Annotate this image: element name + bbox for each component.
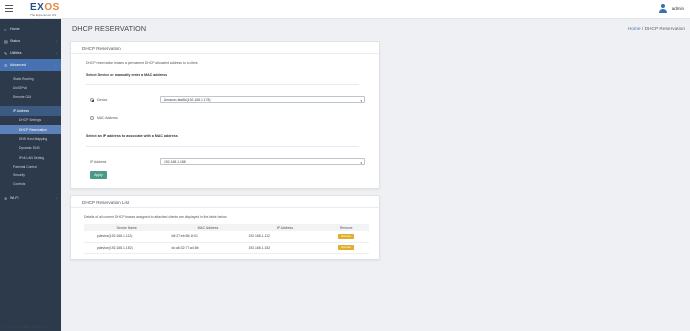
card-title: DHCP Reservation List [82, 200, 130, 205]
ip-address-cell: 192.168.1.152 [246, 242, 324, 254]
mac-address-cell: b8:27:eb:65:1f:01 [169, 231, 247, 243]
table-row: pdevice(192.168.1.112) b8:27:eb:65:1f:01… [84, 231, 369, 243]
sidebar-item-label: Wi-Fi [10, 196, 19, 201]
page-title: DHCP RESERVATION [72, 24, 147, 33]
ip-address-select[interactable]: 192.168.1.188 ▾ [160, 158, 365, 165]
reservation-description: DHCP reservation leases a permanent DHCP… [86, 61, 199, 65]
sidebar-sub-parental-control[interactable]: Parental Control [0, 163, 61, 172]
user-menu[interactable]: admin [659, 4, 684, 13]
card-divider [71, 207, 379, 208]
sidebar-item-status[interactable]: ▤ Status › [0, 35, 61, 47]
device-name-cell: pdevice(192.168.1.152) [84, 242, 170, 254]
chevron-right-icon: › [56, 39, 57, 43]
device-select[interactable]: Amazon-fast8c(192.168.1.178) ▾ [160, 96, 365, 103]
sidebar-item-wifi[interactable]: ≋ Wi-Fi › [0, 192, 61, 204]
card-divider [71, 53, 379, 54]
column-header: Device Name [84, 224, 170, 231]
chevron-down-icon: ⌄ [54, 63, 57, 67]
sidebar-sub-remote-gui[interactable]: Remote GUI [0, 93, 61, 102]
caret-down-icon: ▾ [360, 99, 362, 103]
sidebar-sub-controls[interactable]: Controls [0, 180, 61, 189]
sidebar-sub-ipv6-lan-setting[interactable]: IPv6 LAN Setting [0, 153, 61, 162]
device-radio[interactable] [90, 98, 94, 102]
breadcrumb: Home / DHCP Reservation [628, 27, 685, 32]
chevron-right-icon: › [56, 51, 57, 55]
apply-button[interactable]: Apply [90, 171, 107, 179]
user-name: admin [671, 6, 684, 11]
sidebar-item-label: Utilities [10, 51, 22, 55]
card-title: DHCP Reservation [82, 46, 121, 51]
remove-button[interactable]: Remove [338, 233, 355, 239]
sidebar-sub-dynamic-dns[interactable]: Dynamic DNS [0, 144, 61, 153]
ip-address-cell: 192.168.1.112 [246, 231, 324, 243]
breadcrumb-separator: / [641, 27, 644, 32]
chevron-right-icon: › [56, 196, 57, 201]
sidebar-sub-dhcp-settings[interactable]: DHCP Settings [0, 116, 61, 125]
hamburger-menu-icon[interactable] [5, 5, 13, 12]
mac-address-label: MAC Address [97, 116, 118, 120]
device-label: Device [97, 98, 108, 102]
breadcrumb-current: DHCP Reservation [644, 27, 685, 32]
mac-address-radio[interactable] [90, 116, 94, 120]
column-header: IP Address [246, 224, 324, 231]
list-description: Details of all current DHCP leases assig… [84, 215, 228, 219]
logo-tagline: The Experience OS [30, 13, 57, 17]
sidebar-sub-ip-address[interactable]: IP Address [0, 106, 61, 116]
sidebar-item-label: Home [10, 27, 20, 31]
sidebar-item-label: Advanced [10, 63, 26, 67]
sidebar-sub-dhcp-reservation[interactable]: DHCP Reservation [0, 124, 61, 135]
section-divider [86, 146, 359, 147]
table-header-row: Device Name MAC Address IP Address Remov… [84, 224, 369, 231]
column-header: Remove [323, 224, 369, 231]
caret-down-icon: ▾ [360, 161, 362, 165]
ip-select-value: 192.168.1.188 [164, 160, 186, 164]
device-select-value: Amazon-fast8c(192.168.1.178) [164, 98, 211, 102]
sidebar-item-home[interactable]: ⌂ Home [0, 23, 61, 35]
device-name-cell: pdevice(192.168.1.112) [84, 231, 170, 243]
mac-address-cell: dc:a6:32:77:a4:8b [169, 242, 247, 254]
remove-button[interactable]: Remove [338, 245, 355, 250]
sidebar-item-advanced[interactable]: ⚙ Advanced ⌄ [0, 59, 61, 71]
select-device-heading: Select Device or manually enter a MAC ad… [86, 73, 168, 77]
sidebar-item-utilities[interactable]: ✎ Utilities › [0, 47, 61, 59]
remove-cell: Remove [323, 242, 369, 254]
ip-address-label: IP Address [90, 160, 107, 164]
sidebar-item-label: Status [10, 39, 21, 43]
exos-logo[interactable]: EXOS The Experience OS [30, 2, 60, 18]
breadcrumb-home-link[interactable]: Home [628, 27, 641, 32]
table-row: pdevice(192.168.1.152) dc:a6:32:77:a4:8b… [84, 242, 369, 254]
select-ip-heading: Select an IP address to associate with a… [86, 134, 178, 138]
reservation-table: Device Name MAC Address IP Address Remov… [84, 224, 369, 254]
sidebar-sub-dns-host-mapping[interactable]: DNS Host Mapping [0, 134, 61, 143]
remove-cell: Remove [323, 231, 369, 243]
sidebar-sub-dos-ipv6[interactable]: DoS/IPv6 [0, 83, 61, 92]
sidebar-sub-static-routing[interactable]: Static Routing [0, 74, 61, 83]
user-avatar-icon [659, 4, 668, 13]
logo-wordmark: EXOS [30, 2, 60, 13]
dhcp-reservation-card: DHCP Reservation DHCP reservation leases… [70, 41, 380, 189]
section-divider [86, 84, 359, 85]
copyright-footer: © Calix | All Rights Reserved [3, 325, 47, 329]
top-header: EXOS The Experience OS admin [0, 0, 690, 19]
sidebar-sub-security[interactable]: Security [0, 171, 61, 180]
sidebar: ⌂ Home ▤ Status › ✎ Utilities › ⚙ Advanc… [0, 19, 61, 331]
column-header: MAC Address [169, 224, 247, 231]
dhcp-reservation-list-card: DHCP Reservation List Details of all cur… [70, 195, 380, 260]
